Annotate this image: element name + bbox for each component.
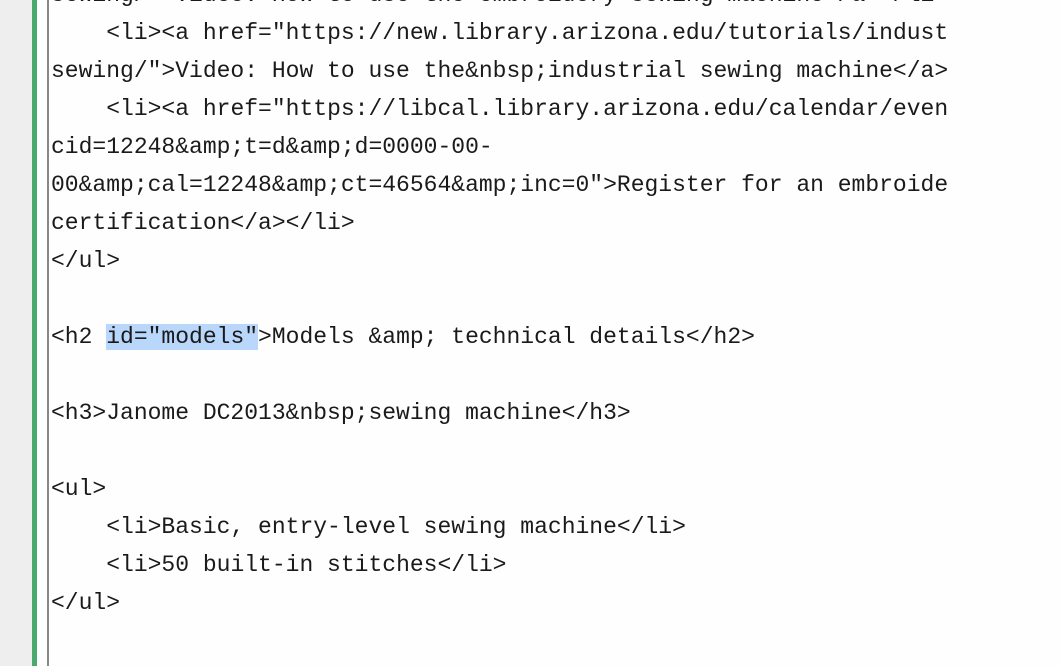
code-line: <li>50 built-in stitches</li> — [51, 552, 506, 578]
code-line: cid=12248&amp;t=d&amp;d=0000-00- — [51, 134, 493, 160]
code-line: </ul> — [51, 590, 120, 616]
code-line: </ul> — [51, 248, 120, 274]
code-line: sewing/">Video: How to use the embroider… — [51, 0, 948, 8]
code-line: sewing/">Video: How to use the&nbsp;indu… — [51, 58, 948, 84]
code-line: <ul> — [51, 476, 106, 502]
code-column: sewing/">Video: How to use the embroider… — [47, 0, 1060, 666]
diff-block: sewing/">Video: How to use the embroider… — [32, 0, 1060, 666]
code-line: <h3>Janome DC2013&nbsp;sewing machine</h… — [51, 400, 631, 426]
code-line: <li>Basic, entry-level sewing machine</l… — [51, 514, 686, 540]
code-line: certification</a></li> — [51, 210, 355, 236]
selected-text: id="models" — [106, 324, 258, 350]
code-line: 00&amp;cal=12248&amp;ct=46564&amp;inc=0"… — [51, 172, 948, 198]
code-line: <h2 id="models">Models &amp; technical d… — [51, 324, 755, 350]
code-line: <li><a href="https://libcal.library.ariz… — [51, 96, 948, 122]
code-content[interactable]: sewing/">Video: How to use the embroider… — [51, 0, 1060, 622]
code-line: <li><a href="https://new.library.arizona… — [51, 20, 948, 46]
